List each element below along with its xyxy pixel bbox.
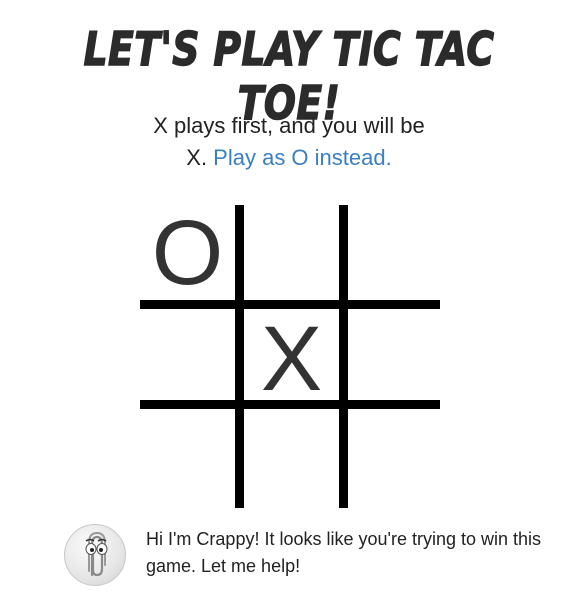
intro-line-2: X. Play as O instead. [0,142,578,174]
paperclip-icon [85,531,108,577]
play-as-o-link[interactable]: Play as O instead. [213,145,392,170]
cell-mark-0: O [151,201,224,304]
board-cell-8[interactable] [348,409,440,508]
game-board: O X [140,205,440,508]
grid-line-vertical-1 [235,205,244,508]
board-cell-6[interactable] [140,409,235,508]
intro-line-1: X plays first, and you will be [153,113,425,138]
board-cell-3[interactable] [140,309,235,400]
grid-line-vertical-2 [339,205,348,508]
grid-line-horizontal-2 [140,400,440,409]
grid-line-horizontal-1 [140,300,440,309]
assistant-panel: Hi I'm Crappy! It looks like you're tryi… [64,520,544,590]
intro-line-2-prefix: X. [186,145,214,170]
intro-text: X plays first, and you will be X. Play a… [0,110,578,174]
board-cell-1[interactable] [244,205,339,300]
board-cell-4[interactable]: X [244,309,339,405]
board-cell-7[interactable] [244,409,339,508]
board-cell-2[interactable] [348,205,440,300]
board-cell-5[interactable] [348,309,440,400]
paperclip-avatar-icon[interactable] [64,524,126,586]
assistant-message: Hi I'm Crappy! It looks like you're tryi… [146,529,542,576]
cell-mark-4: X [260,307,323,410]
board-cell-0[interactable]: O [140,205,235,300]
